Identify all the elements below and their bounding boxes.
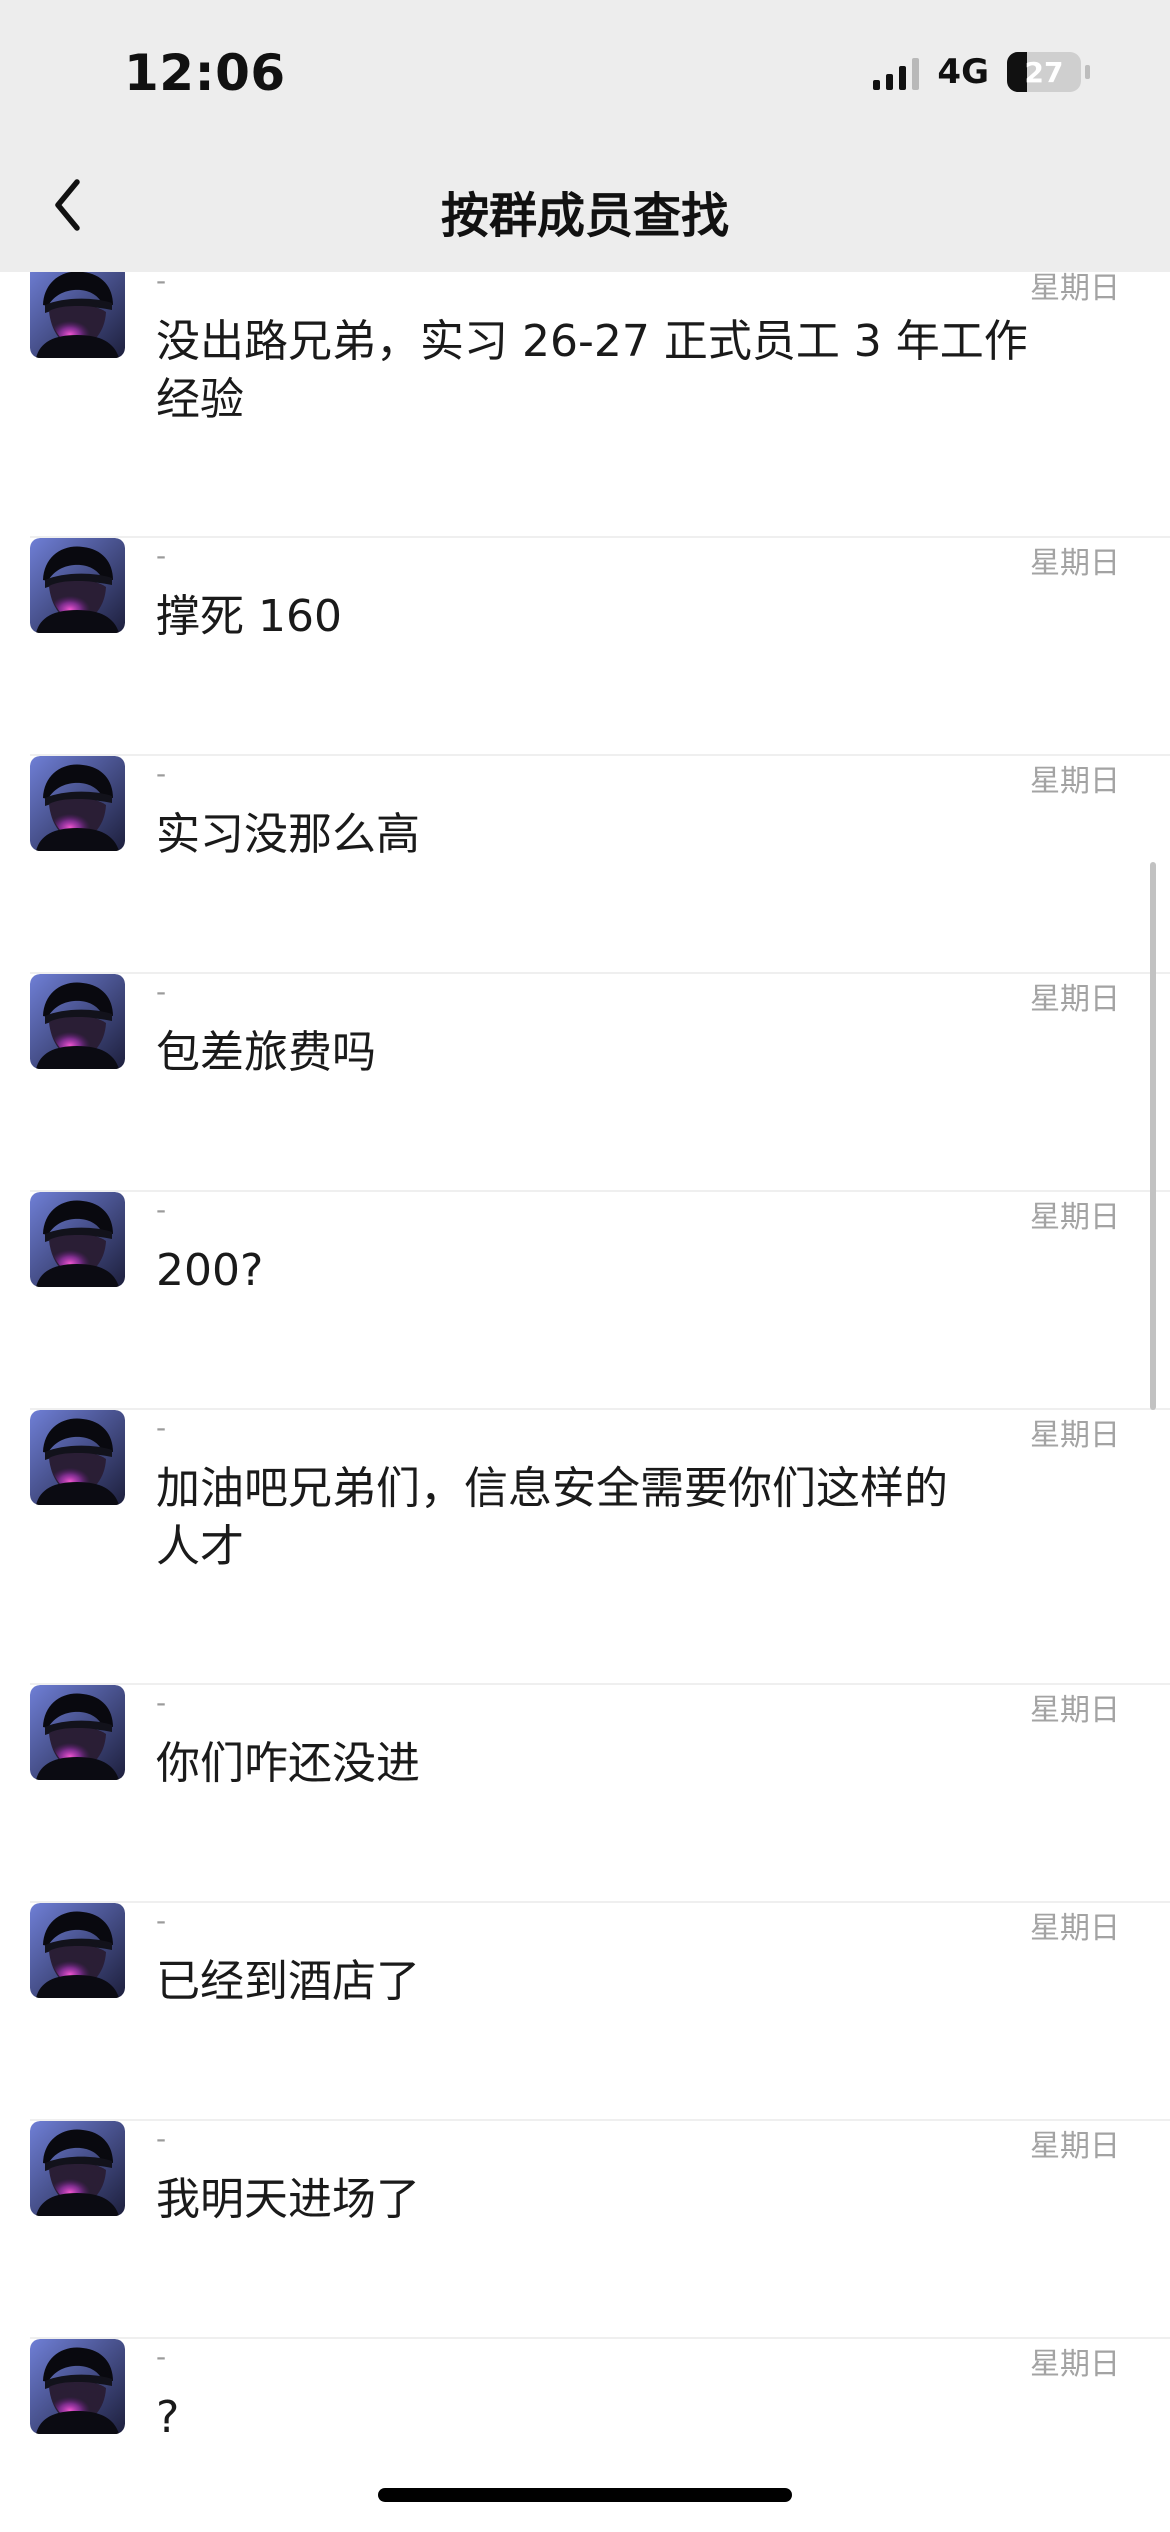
list-item[interactable]: - 星期日 我明天进场了 bbox=[0, 2121, 1170, 2339]
sender-name: - bbox=[156, 2340, 167, 2373]
sender-name: - bbox=[156, 1686, 167, 1719]
avatar-image bbox=[30, 1192, 125, 1287]
avatar-image bbox=[30, 756, 125, 851]
avatar bbox=[30, 974, 125, 1069]
message-text-line: 200? bbox=[156, 1245, 264, 1296]
home-indicator[interactable] bbox=[378, 2488, 792, 2502]
message-date: 星期日 bbox=[1030, 982, 1120, 1017]
signal-icon bbox=[873, 54, 920, 90]
avatar bbox=[30, 1192, 125, 1287]
avatar bbox=[30, 272, 125, 358]
battery-percentage: 27 bbox=[1024, 55, 1064, 89]
avatar bbox=[30, 2339, 125, 2434]
message-date: 星期日 bbox=[1030, 764, 1120, 799]
sender-name: - bbox=[156, 1193, 167, 1226]
avatar-image bbox=[30, 2339, 125, 2434]
message-text-line: 没出路兄弟，实习 26-27 正式员工 3 年工作 bbox=[156, 316, 1028, 367]
avatar-image bbox=[30, 1903, 125, 1998]
sender-name: - bbox=[156, 1904, 167, 1937]
avatar bbox=[30, 1903, 125, 1998]
sender-name: - bbox=[156, 272, 167, 297]
status-indicators: 4G 27 bbox=[873, 52, 1090, 92]
avatar-image bbox=[30, 2121, 125, 2216]
avatar bbox=[30, 756, 125, 851]
message-text-line: 经验 bbox=[156, 374, 244, 425]
list-item[interactable]: - 星期日 200? bbox=[0, 1192, 1170, 1410]
list-item[interactable]: - 星期日 包差旅费吗 bbox=[0, 974, 1170, 1192]
message-date: 星期日 bbox=[1030, 1418, 1120, 1453]
message-text-line: 已经到酒店了 bbox=[156, 1956, 420, 2007]
message-text-line: 你们咋还没进 bbox=[156, 1738, 420, 1789]
top-bar: 12:06 4G 27 按群成员查找 bbox=[0, 0, 1170, 272]
page-title: 按群成员查找 bbox=[440, 188, 729, 244]
list-item[interactable]: - 星期日 加油吧兄弟们，信息安全需要你们这样的 人才 bbox=[0, 1410, 1170, 1685]
list-item[interactable]: - 星期日 实习没那么高 bbox=[0, 756, 1170, 974]
sender-name: - bbox=[156, 1411, 167, 1444]
message-date: 星期日 bbox=[1030, 1200, 1120, 1235]
list-item[interactable]: - 星期日 没出路兄弟，实习 26-27 正式员工 3 年工作 经验 bbox=[0, 272, 1170, 538]
message-text-line: 我明天进场了 bbox=[156, 2174, 420, 2225]
list-item[interactable]: - 星期日 你们咋还没进 bbox=[0, 1685, 1170, 1903]
avatar bbox=[30, 1410, 125, 1505]
message-date: 星期日 bbox=[1030, 546, 1120, 581]
avatar bbox=[30, 1685, 125, 1780]
avatar-image bbox=[30, 974, 125, 1069]
message-date: 星期日 bbox=[1030, 2347, 1120, 2382]
message-date: 星期日 bbox=[1030, 1911, 1120, 1946]
scrollbar[interactable] bbox=[1150, 862, 1156, 1410]
battery-icon: 27 bbox=[1007, 52, 1090, 92]
avatar bbox=[30, 2121, 125, 2216]
message-text-line: 人才 bbox=[156, 1521, 244, 1572]
message-text-line: 包差旅费吗 bbox=[156, 1027, 376, 1078]
list-item[interactable]: - 星期日 ? bbox=[0, 2339, 1170, 2532]
message-text-line: 加油吧兄弟们，信息安全需要你们这样的 bbox=[156, 1463, 948, 1514]
message-date: 星期日 bbox=[1030, 1693, 1120, 1728]
avatar-image bbox=[30, 272, 125, 358]
message-date: 星期日 bbox=[1030, 2129, 1120, 2164]
list-item[interactable]: - 星期日 撑死 160 bbox=[0, 538, 1170, 756]
sender-name: - bbox=[156, 2122, 167, 2155]
message-text-line: 撑死 160 bbox=[156, 591, 342, 642]
sender-name: - bbox=[156, 539, 167, 572]
message-list[interactable]: - 星期日 没出路兄弟，实习 26-27 正式员工 3 年工作 经验 - 星期日… bbox=[0, 272, 1170, 2532]
message-text-line: 实习没那么高 bbox=[156, 809, 420, 860]
avatar-image bbox=[30, 538, 125, 633]
avatar-image bbox=[30, 1410, 125, 1505]
avatar-image bbox=[30, 1685, 125, 1780]
status-time: 12:06 bbox=[124, 44, 286, 102]
message-text-line: ? bbox=[156, 2392, 180, 2443]
message-date: 星期日 bbox=[1030, 272, 1120, 306]
avatar bbox=[30, 538, 125, 633]
sender-name: - bbox=[156, 975, 167, 1008]
search-by-member-screen: 12:06 4G 27 按群成员查找 - 星期日 没出路兄弟，实习 26-27 … bbox=[0, 0, 1170, 2532]
sender-name: - bbox=[156, 757, 167, 790]
list-item[interactable]: - 星期日 已经到酒店了 bbox=[0, 1903, 1170, 2121]
network-type: 4G bbox=[937, 52, 989, 92]
